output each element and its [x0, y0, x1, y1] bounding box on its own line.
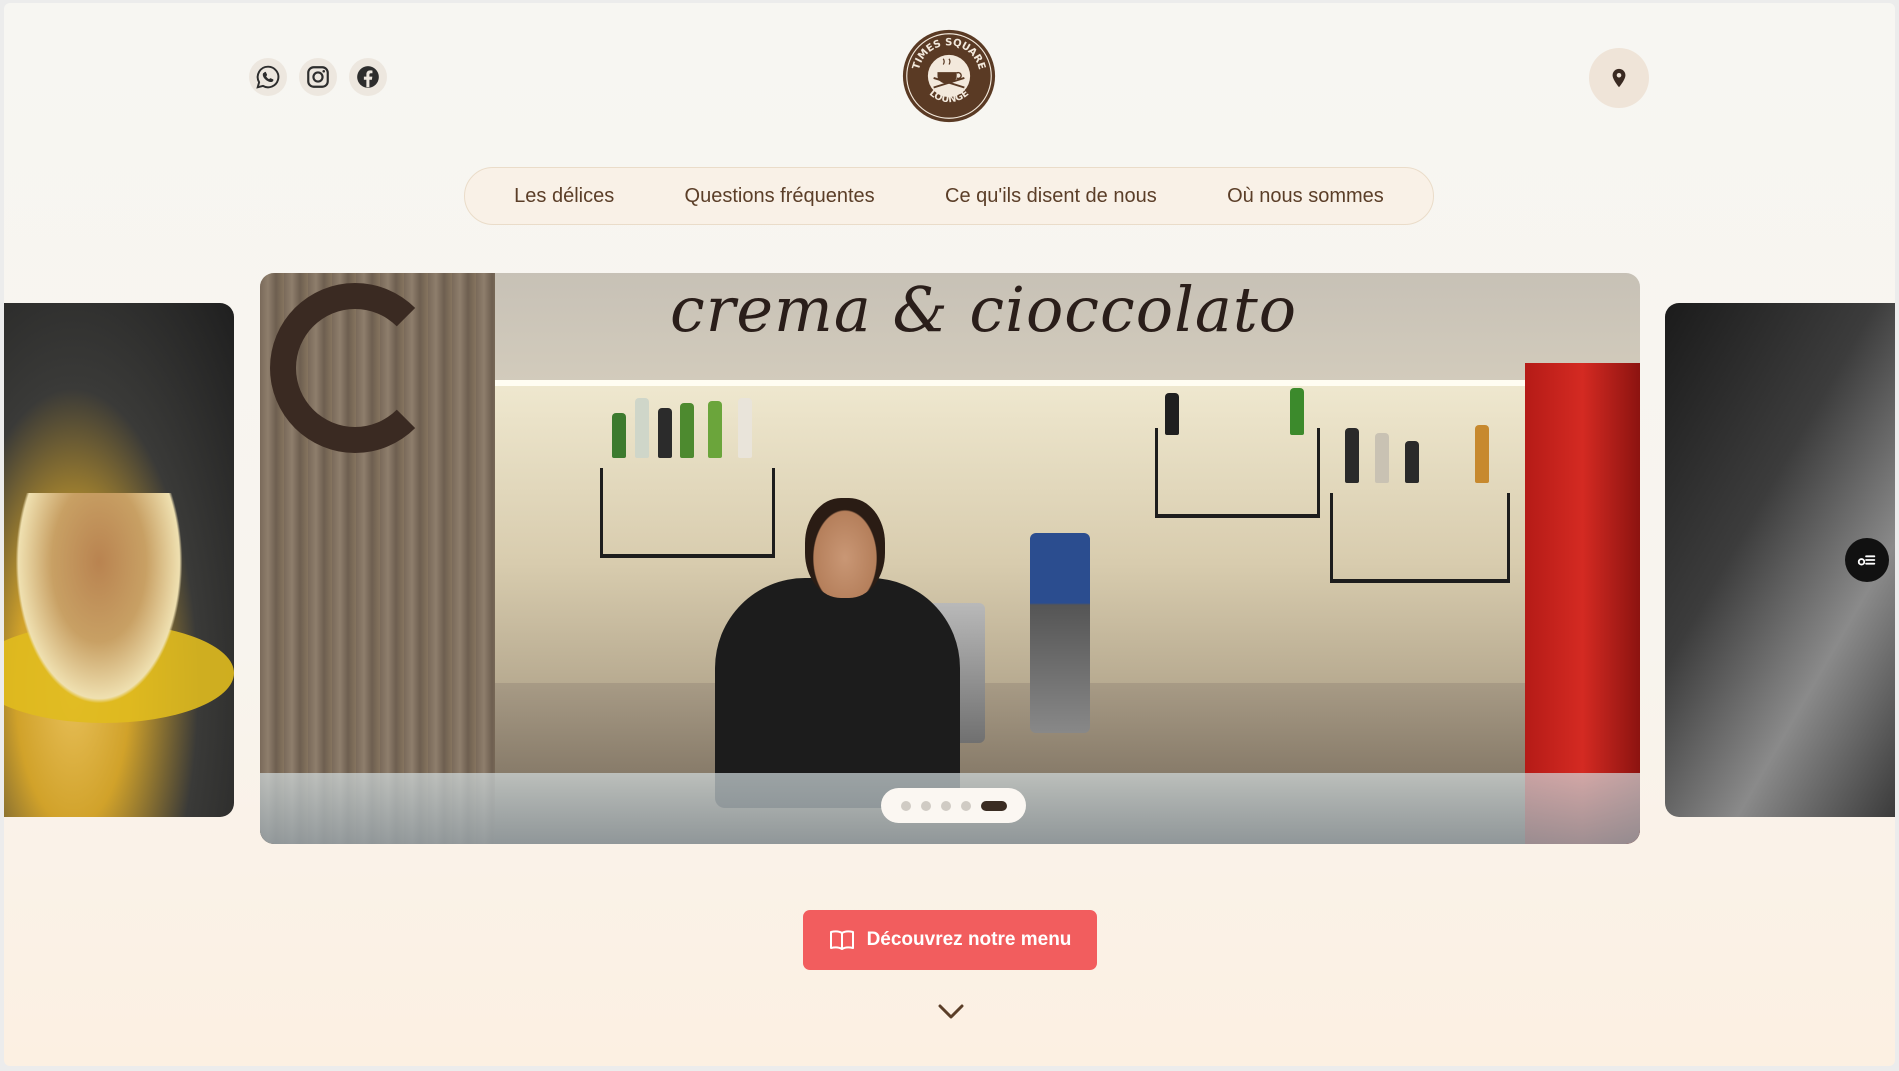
discover-menu-button[interactable]: Découvrez notre menu — [803, 910, 1097, 970]
brand-logo[interactable]: TIMES SQUARE LOUNGE — [901, 28, 997, 124]
bottle — [738, 398, 752, 458]
bottle — [635, 398, 649, 458]
shop-sign: crema & cioccolato — [670, 273, 1298, 346]
carousel-indicators — [881, 788, 1026, 823]
nav-item-testimonials[interactable]: Ce qu'ils disent de nous — [945, 185, 1157, 208]
discover-menu-label: Découvrez notre menu — [866, 929, 1072, 950]
nav-item-location[interactable]: Où nous sommes — [1227, 185, 1384, 208]
carousel-dot-3[interactable] — [940, 800, 951, 811]
page: TIMES SQUARE LOUNGE Les délices Question… — [4, 3, 1895, 1066]
bottle — [1345, 428, 1359, 483]
instagram-link[interactable] — [299, 58, 337, 96]
bottle — [708, 401, 722, 458]
social-links — [249, 58, 387, 96]
bottle — [1405, 441, 1419, 483]
bottle — [1475, 425, 1489, 483]
left-shelf — [600, 468, 775, 558]
carousel-dot-4[interactable] — [960, 800, 971, 811]
bottle — [658, 408, 672, 458]
bottle — [1165, 393, 1179, 435]
instagram-icon — [307, 66, 329, 88]
menu-list-icon — [1857, 555, 1876, 566]
cake-image — [4, 493, 194, 723]
carousel-slide-active: crema & cioccolato — [260, 273, 1640, 844]
carousel-dot-2[interactable] — [920, 800, 931, 811]
chevron-down-icon[interactable] — [935, 999, 967, 1023]
facebook-icon — [357, 66, 379, 88]
location-pin-icon — [1612, 68, 1626, 88]
nav-item-delices[interactable]: Les délices — [514, 185, 614, 208]
facebook-link[interactable] — [349, 58, 387, 96]
right-shelf — [1330, 493, 1510, 583]
whatsapp-icon — [256, 65, 280, 89]
coffee-grinder — [1030, 533, 1090, 733]
nav-item-faq[interactable]: Questions fréquentes — [685, 185, 875, 208]
bottle — [612, 413, 626, 458]
bottle — [1375, 433, 1389, 483]
carousel-dot-1[interactable] — [900, 800, 911, 811]
floating-menu-button[interactable] — [1845, 538, 1889, 582]
carousel-dot-5[interactable] — [980, 800, 1007, 811]
barista-head — [805, 498, 885, 598]
location-button[interactable] — [1589, 48, 1649, 108]
light-strip — [495, 380, 1640, 386]
wall-letter-c — [270, 283, 440, 453]
main-nav: Les délices Questions fréquentes Ce qu'i… — [464, 167, 1434, 225]
book-open-icon — [829, 930, 854, 950]
bottle — [1290, 388, 1304, 435]
bottle — [680, 403, 694, 458]
whatsapp-link[interactable] — [249, 58, 287, 96]
carousel-slide-previous[interactable] — [4, 303, 234, 817]
fridge — [1525, 363, 1640, 844]
middle-shelf — [1155, 428, 1320, 518]
